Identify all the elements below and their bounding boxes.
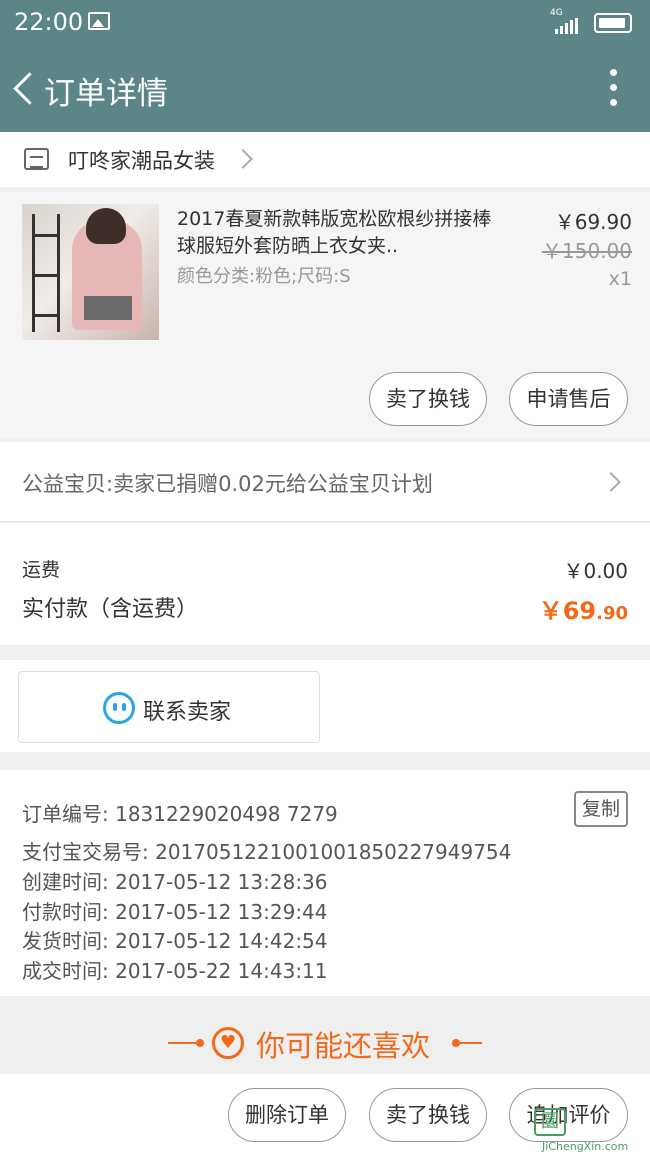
after-sale-button[interactable]: 申请售后 [509,372,628,426]
watermark: 圜 JiChengXin.com [534,1108,650,1155]
title-bar: 订单详情 [0,45,650,132]
product-title: 2017春夏新款韩版宽松欧根纱拼接棒球服短外套防晒上衣女夹.. [177,208,492,257]
chevron-right-icon [233,149,253,169]
paid-amount: ￥69.90 [538,597,628,625]
sell-button[interactable]: 卖了换钱 [369,372,487,426]
order-info: 订单编号: 1831229020498 7279 复制 支付宝交易号: 2017… [0,770,650,996]
product-price: ￥69.90 [554,210,632,234]
order-number: 订单编号: 1831229020498 7279 [22,802,338,826]
paid-time: 付款时间: 2017-05-12 13:29:44 [22,900,328,924]
network-type: 4G [550,8,563,18]
contact-seller-label: 联系卖家 [143,700,232,725]
chevron-right-icon [601,472,621,492]
charity-row[interactable]: 公益宝贝:卖家已捐赠0.02元给公益宝贝计划 [0,442,650,522]
shop-row[interactable]: 叮咚家潮品女装 [0,132,650,187]
image-notification-icon [88,12,110,30]
shop-icon [24,148,49,170]
contact-section: 联系卖家 [0,660,650,752]
watermark-logo-icon: 圜 [534,1108,566,1136]
shipped-time: 发货时间: 2017-05-12 14:42:54 [22,929,328,953]
shipping-value: ￥0.00 [563,559,628,583]
sell-button-bottom[interactable]: 卖了换钱 [369,1088,487,1142]
copy-button[interactable]: 复制 [574,791,628,827]
more-options-icon[interactable] [610,69,618,107]
recommend-header: 你可能还喜欢 [0,996,650,1074]
recommend-title: 你可能还喜欢 [256,1029,431,1063]
product-card[interactable]: 2017春夏新款韩版宽松欧根纱拼接棒球服短外套防晒上衣女夹.. 颜色分类:粉色;… [0,192,650,438]
product-quantity: x1 [608,268,632,290]
alipay-trade-number: 支付宝交易号: 2017051221001001850227949754 [22,840,512,864]
back-icon[interactable] [10,69,40,109]
status-time: 22:00 [14,8,84,36]
charity-text: 公益宝贝:卖家已捐赠0.02元给公益宝贝计划 [22,472,433,496]
contact-seller-button[interactable]: 联系卖家 [18,671,320,743]
product-original-price: ￥150.00 [542,239,632,263]
page-title: 订单详情 [44,76,168,112]
shipping-label: 运费 [22,559,61,581]
product-image[interactable] [22,204,159,340]
heart-icon [212,1027,244,1059]
fee-section: 运费 ￥0.00 实付款（含运费） ￥69.90 [0,523,650,645]
chat-icon [103,692,135,724]
status-bar: 22:00 4G [0,0,650,45]
product-attributes: 颜色分类:粉色;尺码:S [177,266,351,287]
battery-icon [594,13,632,33]
created-time: 创建时间: 2017-05-12 13:28:36 [22,870,328,894]
watermark-text: JiChengXin.com [542,1140,629,1153]
paid-label: 实付款（含运费） [22,597,199,622]
delete-order-button[interactable]: 删除订单 [228,1088,346,1142]
signal-icon [555,18,579,34]
completed-time: 成交时间: 2017-05-22 14:43:11 [22,959,328,983]
shop-name: 叮咚家潮品女装 [68,149,215,173]
